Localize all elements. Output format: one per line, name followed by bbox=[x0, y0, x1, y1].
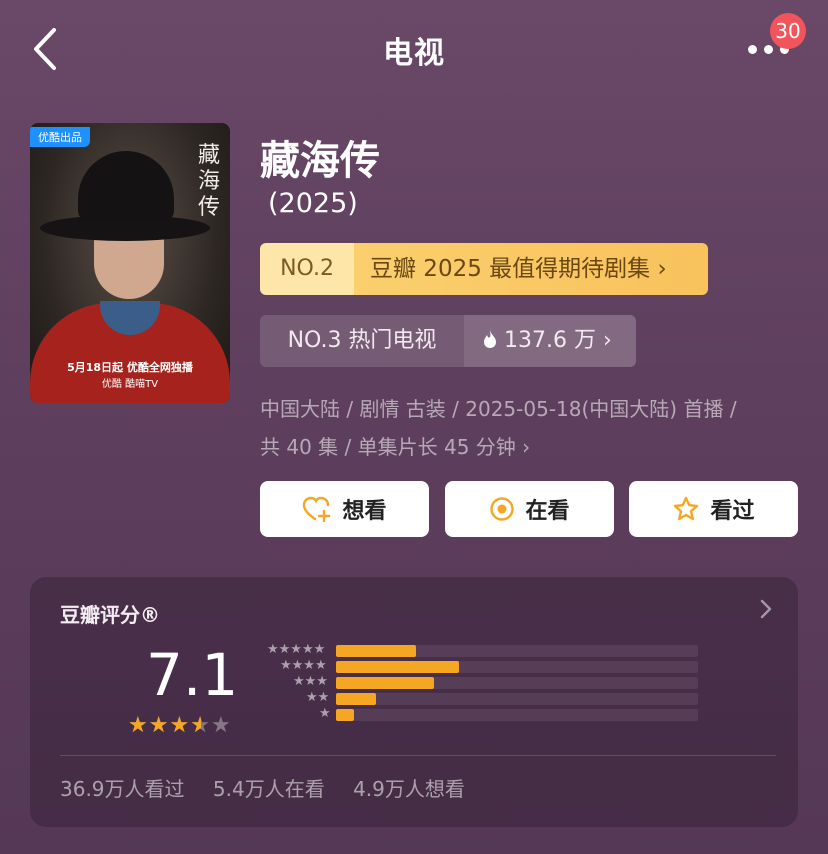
poster-brand: 优酷 酷喵TV bbox=[101, 379, 159, 390]
watching-label: 在看 bbox=[525, 499, 570, 524]
rating-bar-fill bbox=[336, 661, 459, 673]
watched-label: 看过 bbox=[710, 499, 755, 524]
rating-bar-fill bbox=[336, 677, 434, 689]
rating-bar-track bbox=[336, 677, 698, 689]
rating-bar-stars: ★★★ bbox=[293, 674, 328, 689]
meta-line-2: 共 40 集 / 单集片长 45 分钟 › bbox=[260, 435, 531, 459]
show-year: (2025) bbox=[268, 188, 358, 219]
poster-vertical-title: 藏海传 bbox=[197, 143, 220, 220]
rating-star-icon: ★★ bbox=[190, 713, 211, 738]
rating-bar-stars: ★★ bbox=[306, 690, 330, 705]
rating-bar-stars: ★★★★ bbox=[280, 658, 327, 673]
rating-label: 豆瓣评分® bbox=[60, 603, 160, 627]
top-bar: 电视 30 bbox=[0, 0, 828, 96]
flame-icon bbox=[484, 330, 496, 348]
rating-star-icon: ★★ bbox=[128, 713, 149, 738]
poster-date: 5月18日起 优酷全网独播 bbox=[67, 361, 193, 374]
poster-hat bbox=[78, 151, 174, 221]
hot-tv-ranking[interactable]: NO.3 热门电视 137.6 万 › bbox=[260, 315, 636, 367]
star-outline-icon bbox=[674, 496, 699, 521]
ranking-text: 豆瓣 2025 最值得期待剧集 › bbox=[354, 243, 708, 295]
page-title: 电视 bbox=[383, 36, 445, 71]
rating-bar-fill bbox=[336, 709, 354, 721]
show-meta[interactable]: 中国大陆 / 剧情 古装 / 2025-05-18(中国大陆) 首播 / 共 4… bbox=[260, 390, 800, 466]
notification-badge: 30 bbox=[770, 13, 806, 49]
heat-text: 137.6 万 › bbox=[504, 328, 612, 353]
target-icon bbox=[490, 497, 515, 521]
rating-star-icon: ★★ bbox=[148, 713, 170, 738]
heart-plus-icon bbox=[303, 496, 331, 522]
watching-count: 5.4万人在看 bbox=[212, 777, 325, 801]
rating-bar-track bbox=[336, 693, 698, 705]
rating-card[interactable]: 豆瓣评分® 7.1 ★★★★★★★★★ ★★★★★★★★★★★★★★★ 36.9… bbox=[30, 577, 798, 827]
poster-tag: 优酷出品 bbox=[30, 127, 90, 147]
ranking-banner[interactable]: NO.2 豆瓣 2025 最值得期待剧集 › bbox=[260, 243, 708, 295]
heat-value: 137.6 万 › bbox=[464, 315, 636, 367]
rating-stats: 36.9万人看过 5.4万人在看 4.9万人想看 bbox=[60, 773, 487, 802]
want-count: 4.9万人想看 bbox=[353, 777, 465, 801]
rating-score: 7.1 bbox=[146, 641, 239, 709]
rating-bar-track bbox=[336, 661, 698, 673]
watching-button[interactable]: 在看 bbox=[445, 481, 614, 537]
rating-stars: ★★★★★★★★★ bbox=[128, 713, 232, 738]
divider bbox=[60, 755, 776, 756]
rating-bar-track bbox=[336, 645, 698, 657]
poster-image[interactable]: 优酷出品 藏海传 5月18日起 优酷全网独播 优酷 酷喵TV bbox=[30, 123, 230, 403]
ranking-number: NO.2 bbox=[260, 243, 354, 295]
rating-star-icon: ★ bbox=[210, 713, 232, 738]
watched-count: 36.9万人看过 bbox=[60, 777, 185, 801]
rating-bar-stars: ★ bbox=[319, 706, 331, 721]
rating-bar-fill bbox=[336, 645, 416, 657]
hot-tv-label: NO.3 热门电视 bbox=[260, 315, 464, 367]
rating-bar-track bbox=[336, 709, 698, 721]
rating-star-icon: ★★ bbox=[169, 713, 191, 738]
chevron-right-icon[interactable] bbox=[760, 599, 772, 619]
meta-line-1: 中国大陆 / 剧情 古装 / 2025-05-18(中国大陆) 首播 / bbox=[260, 397, 737, 421]
want-to-watch-button[interactable]: 想看 bbox=[260, 481, 429, 537]
rating-bar-fill bbox=[336, 693, 376, 705]
rating-bar-stars: ★★★★★ bbox=[267, 642, 326, 657]
show-title: 藏海传 bbox=[260, 138, 380, 184]
watched-button[interactable]: 看过 bbox=[629, 481, 798, 537]
want-label: 想看 bbox=[342, 499, 387, 524]
